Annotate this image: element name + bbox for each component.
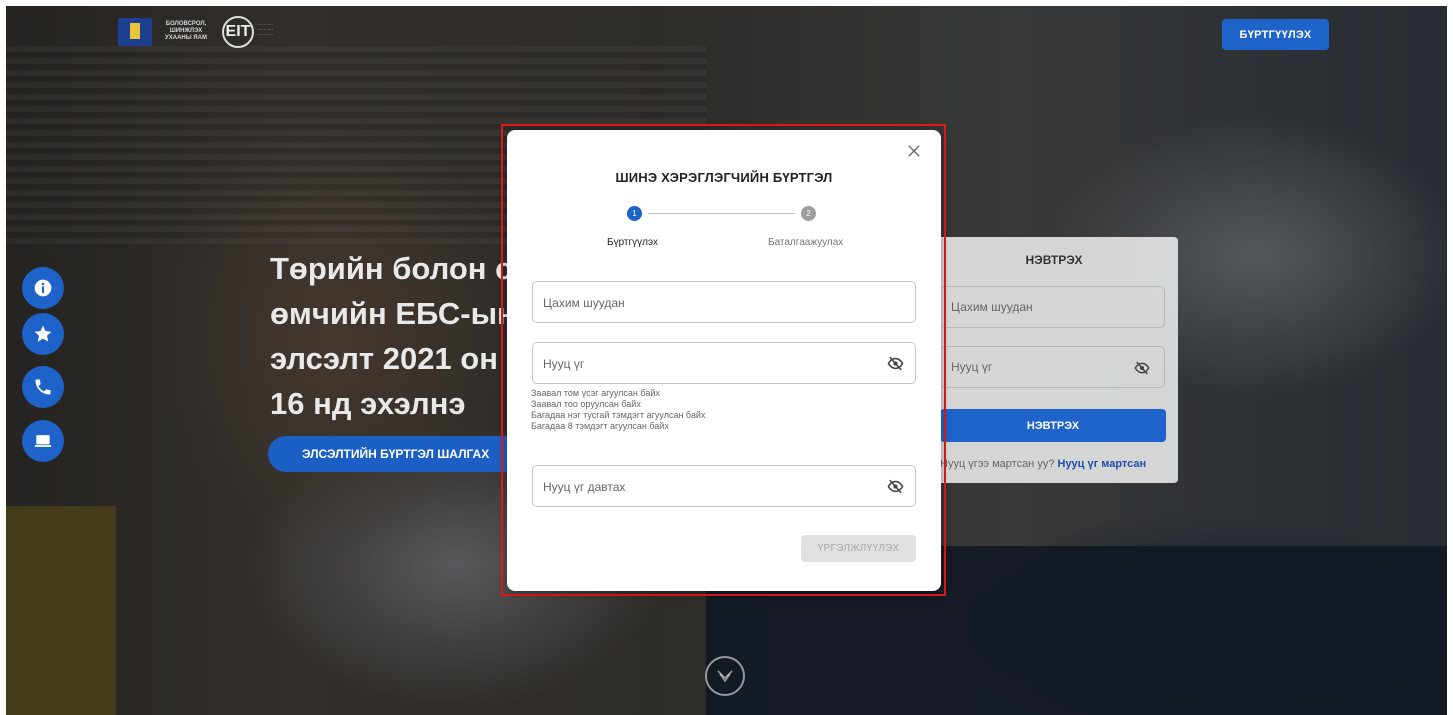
login-title: НЭВТРЭХ: [1025, 253, 1083, 267]
hero-title-line: 16 нд эхэлнэ: [270, 386, 466, 421]
password-hint: Багадаа нэг тусгай тэмдэгт агуулсан байх: [531, 410, 706, 420]
eit-logo-subtext: ············ ············ ············: [257, 22, 273, 37]
login-email-placeholder: Цахим шуудан: [951, 300, 1033, 314]
email-placeholder: Цахим шуудан: [543, 296, 625, 310]
eye-off-icon[interactable]: [887, 478, 904, 495]
close-icon: [908, 145, 920, 157]
stepper-connector: [648, 213, 795, 214]
password-placeholder: Нууц үг: [543, 357, 585, 371]
register-button[interactable]: БҮРТГҮҮЛЭХ: [1222, 19, 1329, 50]
forgot-password-prefix: Нууц үгээ мартсан уу?: [940, 458, 1055, 470]
registration-modal: ШИНЭ ХЭРЭГЛЭГЧИЙН БҮРТГЭЛ 1 2 Бүртгүүлэх…: [507, 130, 941, 591]
login-button[interactable]: НЭВТРЭХ: [940, 409, 1166, 442]
forgot-password-link[interactable]: Нууц үг мартсан: [1058, 458, 1147, 470]
password-requirements: Заавал том үсэг агуулсан байх Заавал тоо…: [531, 388, 705, 432]
laptop-icon[interactable]: [22, 420, 64, 462]
check-admission-button[interactable]: ЭЛСЭЛТИЙН БҮРТГЭЛ ШАЛГАХ: [268, 436, 508, 472]
password-field[interactable]: Нууц үг: [532, 342, 916, 384]
password-hint: Заавал том үсэг агуулсан байх: [531, 388, 660, 398]
info-icon[interactable]: [22, 267, 64, 309]
hero-title-line: Төрийн болон с: [270, 251, 510, 286]
close-button[interactable]: [906, 144, 922, 160]
eit-logo[interactable]: EIT: [222, 16, 254, 48]
ministry-logo-text: БОЛОВСРОЛ, ШИНЖЛЭХ УХААНЫ ЯАМ: [165, 21, 207, 41]
password-hint: Багадаа 8 тэмдэгт агуулсан байх: [531, 421, 669, 431]
email-field[interactable]: Цахим шуудан: [532, 281, 916, 323]
scroll-down-indicator[interactable]: [705, 656, 745, 696]
step-label-verify: Баталгаажуулах: [768, 237, 844, 248]
login-password-placeholder: Нууц үг: [951, 360, 993, 374]
modal-title: ШИНЭ ХЭРЭГЛЭГЧИЙН БҮРТГЭЛ: [615, 170, 833, 185]
ministry-logo-icon[interactable]: [118, 18, 152, 46]
hero-title-line: элсэлт 2021 он: [270, 341, 498, 376]
forgot-password-text: Нууц үгээ мартсан уу? Нууц үг мартсан: [940, 458, 1170, 470]
continue-button[interactable]: ҮРГЭЛЖЛҮҮЛЭХ: [801, 535, 916, 562]
phone-icon[interactable]: [22, 366, 64, 408]
step-label-register: Бүртгүүлэх: [607, 237, 658, 248]
eye-off-icon[interactable]: [1134, 360, 1150, 376]
step-indicator-1: 1: [627, 206, 642, 221]
hero-title-line: өмчийн ЕБС-ын: [270, 296, 510, 331]
confirm-password-placeholder: Нууц үг давтах: [543, 480, 626, 494]
star-icon[interactable]: [22, 313, 64, 355]
login-card: НЭВТРЭХ Цахим шуудан Нууц үг НЭВТРЭХ Нуу…: [930, 237, 1178, 483]
eye-off-icon[interactable]: [887, 355, 904, 372]
login-password-input[interactable]: Нууц үг: [940, 346, 1165, 388]
hero-title: Төрийн болон с өмчийн ЕБС-ын элсэлт 2021…: [270, 246, 510, 426]
step-indicator-2: 2: [801, 206, 816, 221]
confirm-password-field[interactable]: Нууц үг давтах: [532, 465, 916, 507]
login-email-input[interactable]: Цахим шуудан: [940, 286, 1165, 328]
chevron-down-icon: [717, 670, 733, 683]
password-hint: Заавал тоо оруулсан байх: [531, 399, 641, 409]
